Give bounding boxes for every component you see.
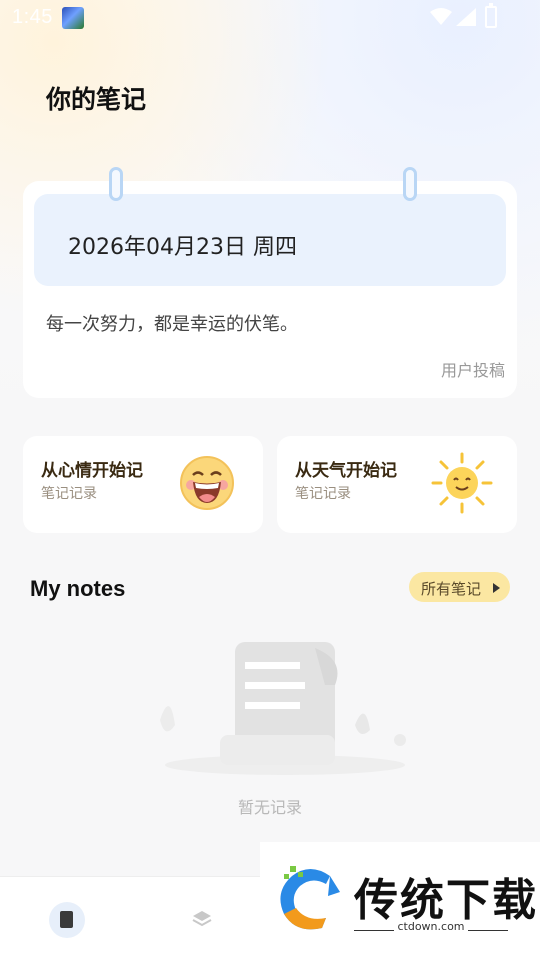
watermark-name: 传统下载 [354,875,538,926]
empty-state-text: 暂无记录 [237,798,302,817]
signal-icon [456,8,476,26]
play-arrow-icon [493,583,500,593]
empty-scroll-illustration [160,642,406,775]
nav-notebook-button[interactable] [49,902,85,938]
status-time: 1:45 [12,6,53,28]
status-bar: 1:45 [0,0,540,36]
notification-app-icon [62,7,84,29]
page-title: 你的笔记 [46,85,147,114]
binder-ring-icon [109,167,123,201]
all-notes-label: 所有笔记 [421,580,482,598]
binder-ring-icon [403,167,417,201]
notebook-icon [60,911,73,928]
date-text: 2026年04月23日 周四 [68,235,297,260]
quote-source: 用户投稿 [440,361,505,380]
layers-icon[interactable] [192,909,212,929]
wifi-icon [430,8,452,25]
mood-note-card[interactable]: 从心情开始记 笔记记录 [23,436,263,533]
weather-note-title: 从天气开始记 [295,461,397,481]
my-notes-heading: My notes [30,576,126,601]
mood-note-title: 从心情开始记 [41,461,143,481]
date-card: 2026年04月23日 周四 每一次努力，都是幸运的伏笔。 用户投稿 [23,167,517,398]
weather-note-subtitle: 笔记记录 [295,486,351,502]
watermark-url: ctdown.com [397,920,465,933]
all-notes-button[interactable]: 所有笔记 [409,572,510,602]
watermark-logo-icon [280,866,340,930]
weather-note-card[interactable]: 从天气开始记 笔记记录 [277,436,517,533]
date-panel: 2026年04月23日 周四 [34,194,506,286]
mood-note-subtitle: 笔记记录 [41,486,97,502]
watermark: 传统下载 ctdown.com [260,842,540,940]
daily-quote: 每一次努力，都是幸运的伏笔。 [46,314,298,335]
laughing-face-icon [180,456,234,510]
sun-icon [431,452,493,514]
battery-icon [485,3,497,28]
